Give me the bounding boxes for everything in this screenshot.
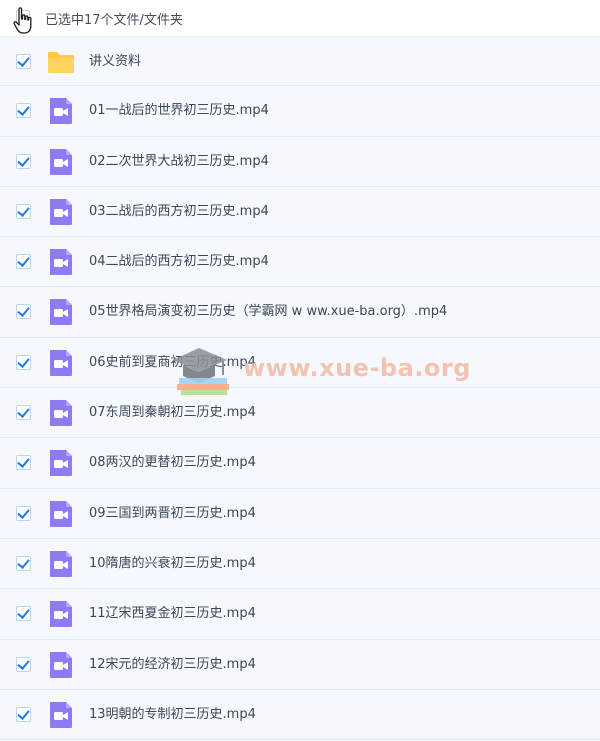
file-row[interactable]: 04二战后的西方初三历史.mp4: [0, 237, 600, 288]
video-icon: [50, 198, 72, 225]
video-icon: [50, 500, 72, 527]
file-row[interactable]: 13明朝的专制初三历史.mp4: [0, 689, 600, 741]
selection-count-text: 已选中17个文件/文件夹: [45, 13, 183, 28]
file-checkbox[interactable]: [16, 254, 31, 270]
video-icon: [50, 651, 72, 678]
file-checkbox[interactable]: [16, 656, 31, 672]
file-row[interactable]: 12宋元的经济初三历史.mp4: [0, 639, 600, 690]
file-name: 06史前到夏商初三历史.mp4: [89, 354, 256, 370]
file-row[interactable]: 05世界格局演变初三历史（学霸网 w ww.xue-ba.org）.mp4: [0, 287, 600, 338]
file-name: 03二战后的西方初三历史.mp4: [89, 203, 269, 219]
video-icon: [50, 701, 72, 728]
file-checkbox[interactable]: [16, 304, 31, 320]
file-row[interactable]: 10隋唐的兴衰初三历史.mp4: [0, 538, 600, 590]
hand-cursor-icon: [13, 7, 32, 34]
video-icon: [50, 148, 72, 175]
file-name: 02二次世界大战初三历史.mp4: [89, 153, 269, 169]
file-checkbox[interactable]: [16, 405, 31, 421]
file-row[interactable]: 讲义资料: [0, 36, 600, 87]
file-name: 12宋元的经济初三历史.mp4: [89, 656, 256, 672]
video-icon: [50, 550, 72, 577]
video-icon: [50, 450, 72, 477]
file-row[interactable]: 07东周到秦朝初三历史.mp4: [0, 388, 600, 439]
file-name: 07东周到秦朝初三历史.mp4: [89, 405, 256, 421]
file-row[interactable]: 03二战后的西方初三历史.mp4: [0, 186, 600, 238]
video-icon: [50, 98, 72, 125]
selection-header: 已选中17个文件/文件夹: [0, 0, 600, 36]
file-name: 13明朝的专制初三历史.mp4: [89, 706, 256, 722]
file-checkbox[interactable]: [16, 555, 31, 571]
file-row[interactable]: 06史前到夏商初三历史.mp4: [0, 337, 600, 389]
video-icon: [50, 601, 72, 628]
file-name: 01一战后的世界初三历史.mp4: [89, 103, 269, 119]
video-icon: [50, 299, 72, 326]
file-checkbox[interactable]: [16, 706, 31, 722]
file-checkbox[interactable]: [16, 606, 31, 622]
file-list: 讲义资料 01一战后的世界初三历史.mp4 02二次世界大战初三历史.mp4 03二战…: [0, 36, 600, 741]
file-checkbox[interactable]: [16, 203, 31, 219]
file-name: 11辽宋西夏金初三历史.mp4: [89, 606, 256, 622]
video-icon: [50, 400, 72, 427]
file-checkbox[interactable]: [16, 455, 31, 471]
folder-icon: [48, 52, 74, 73]
file-checkbox[interactable]: [16, 153, 31, 169]
video-icon: [50, 249, 72, 276]
file-manager: 已选中17个文件/文件夹 讲义资料 01一战后的世界初三历史.mp4 02二次世界大…: [0, 0, 600, 741]
video-icon: [50, 349, 72, 376]
file-name: 10隋唐的兴衰初三历史.mp4: [89, 555, 256, 571]
file-name: 讲义资料: [89, 54, 142, 69]
file-row[interactable]: 08两汉的更替初三历史.mp4: [0, 438, 600, 489]
file-checkbox[interactable]: [16, 54, 31, 69]
file-row[interactable]: 01一战后的世界初三历史.mp4: [0, 86, 600, 137]
file-checkbox[interactable]: [16, 354, 31, 370]
file-name: 09三国到两晋初三历史.mp4: [89, 505, 256, 521]
file-name: 05世界格局演变初三历史（学霸网 w ww.xue-ba.org）.mp4: [89, 304, 448, 320]
file-row[interactable]: 09三国到两晋初三历史.mp4: [0, 488, 600, 539]
file-checkbox[interactable]: [16, 103, 31, 119]
file-name: 08两汉的更替初三历史.mp4: [89, 455, 256, 471]
file-checkbox[interactable]: [16, 505, 31, 521]
file-row[interactable]: 02二次世界大战初三历史.mp4: [0, 136, 600, 187]
file-name: 04二战后的西方初三历史.mp4: [89, 254, 269, 270]
file-row[interactable]: 11辽宋西夏金初三历史.mp4: [0, 589, 600, 640]
